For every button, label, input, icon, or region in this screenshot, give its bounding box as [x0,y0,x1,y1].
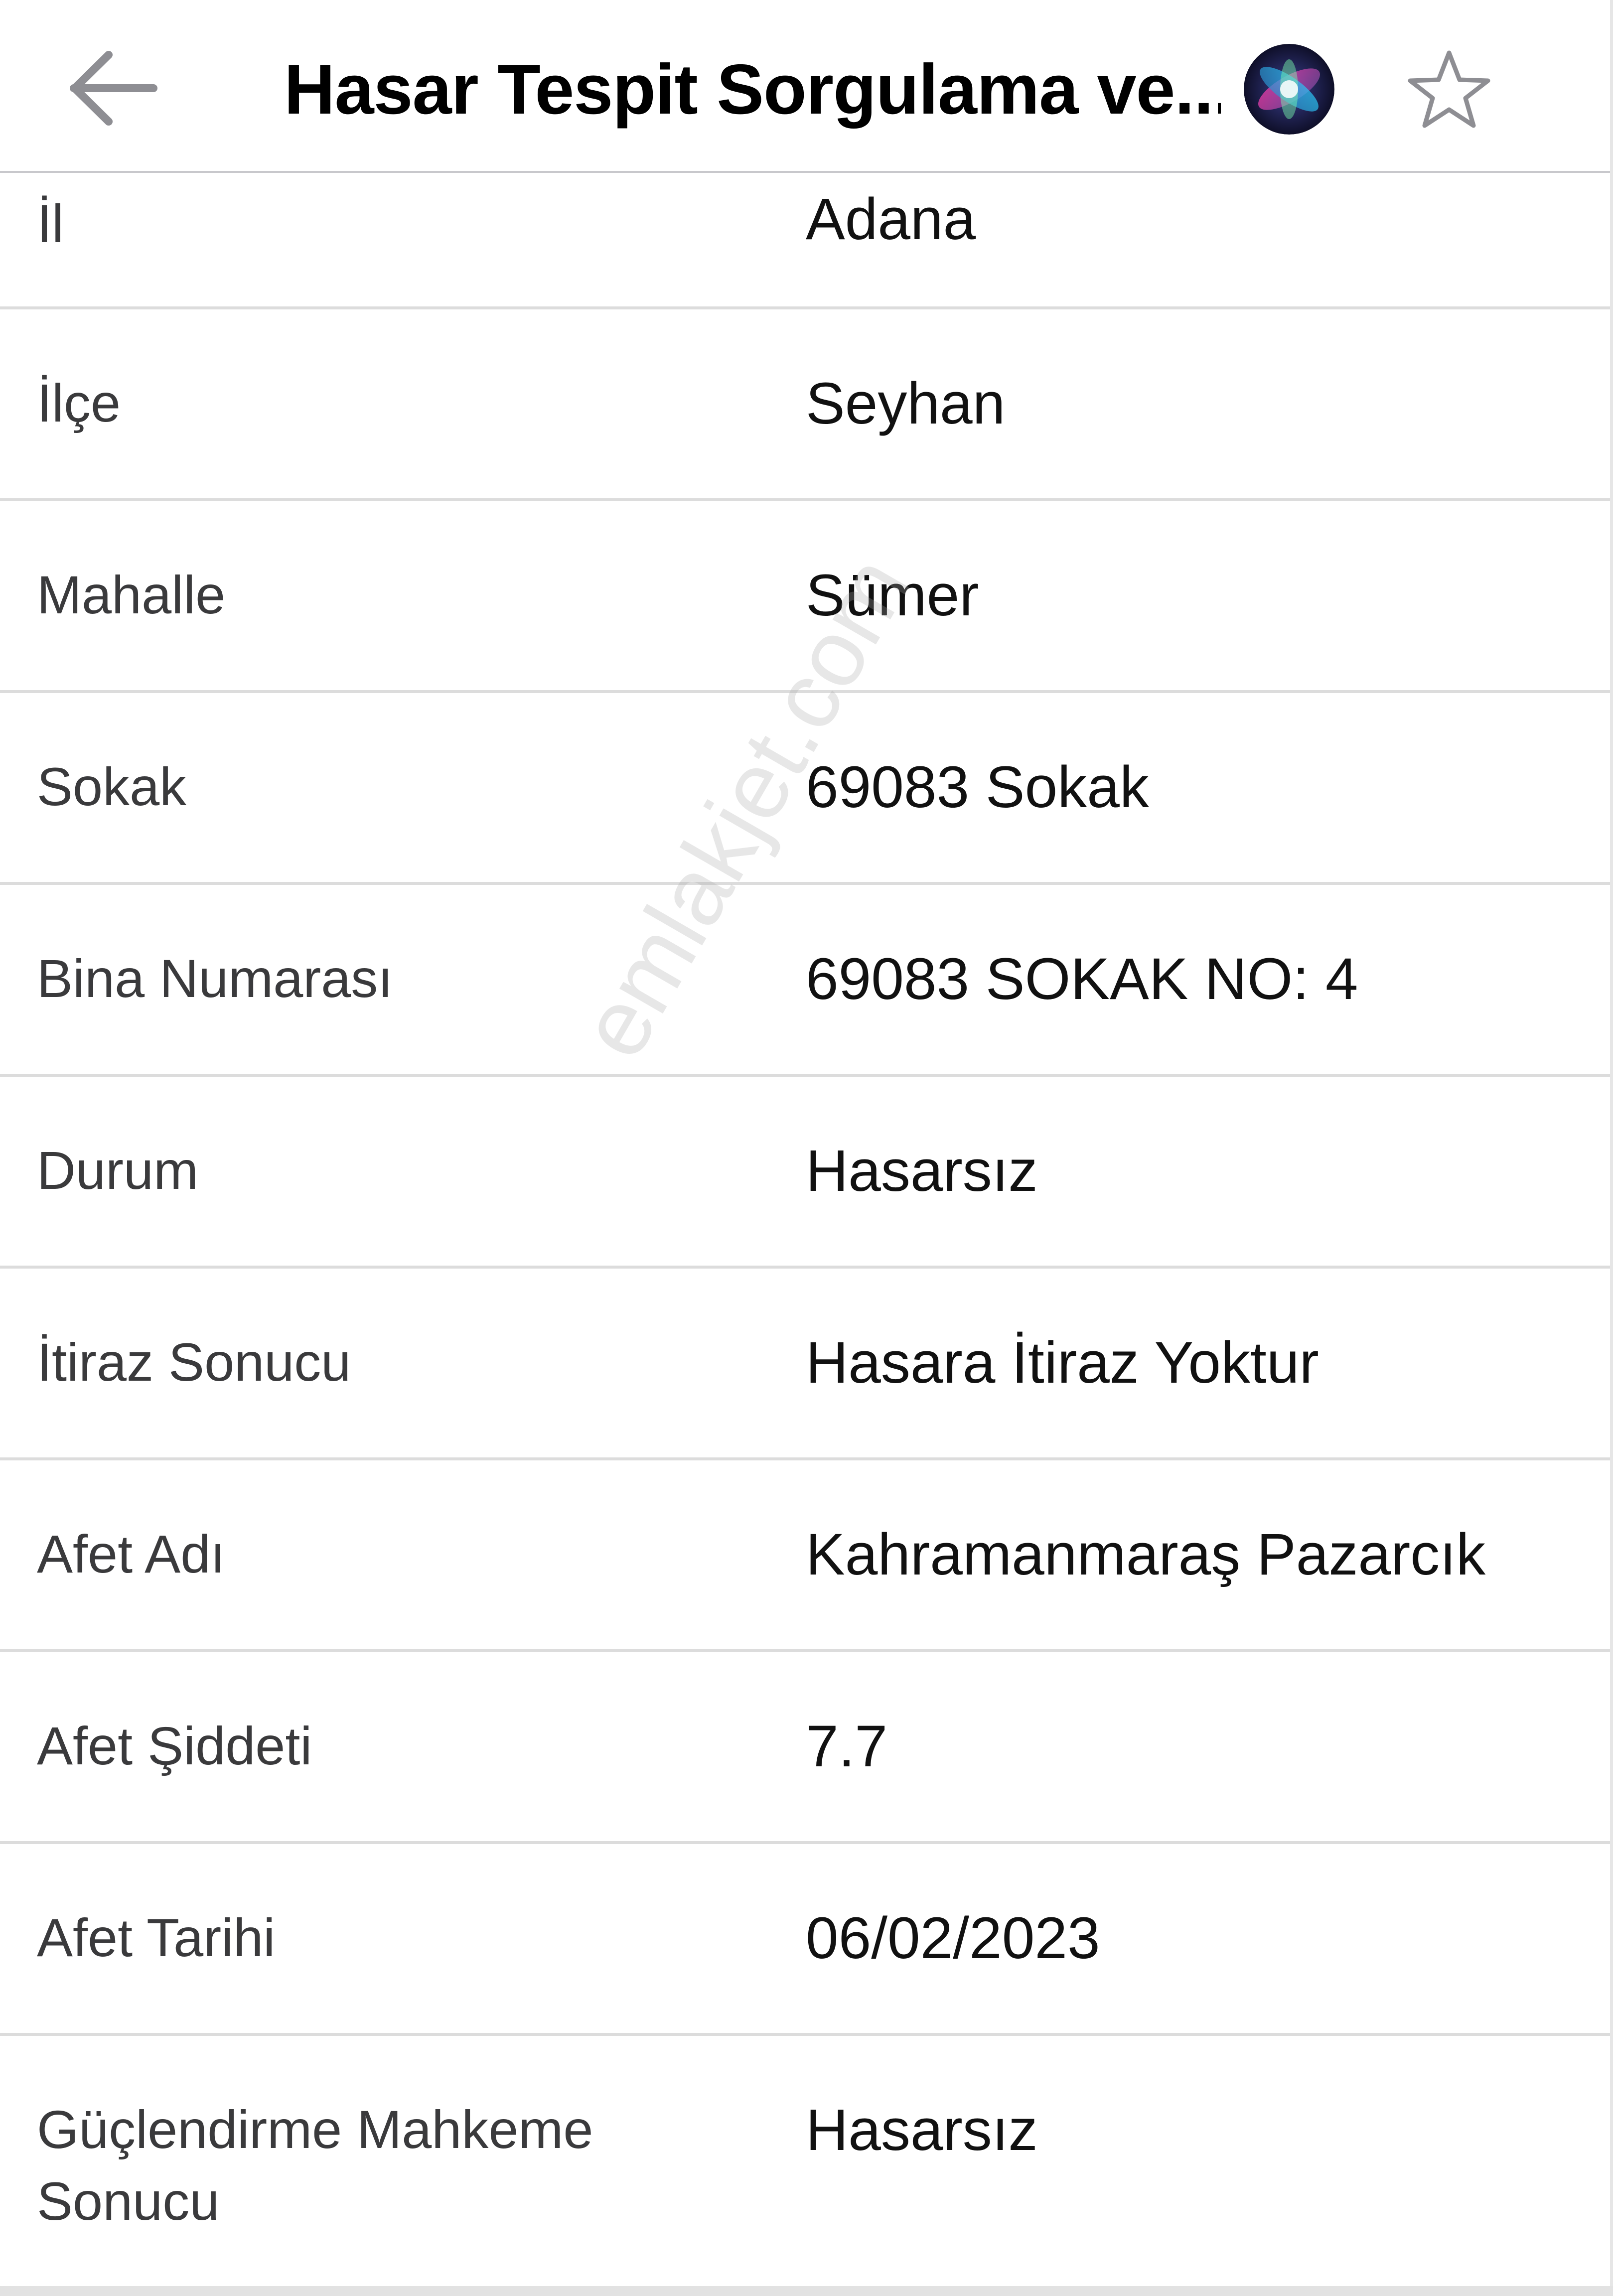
row-value: Kahramanmaraş Pazarcık [806,1522,1486,1587]
row-value: Hasara İtiraz Yoktur [806,1330,1319,1396]
row-label-line1: Güçlendirme Mahkeme [37,2099,593,2159]
row-label: İlçe [37,373,121,433]
row-value: Sümer [806,563,979,628]
row-label: Mahalle [37,565,226,625]
list-item-afet-adi: Afet Adı Kahramanmaraş Pazarcık [0,1460,1610,1652]
page-title: Hasar Tespit Sorgulama ve... [284,50,1221,129]
list-item-sokak: Sokak 69083 Sokak [0,693,1610,885]
navigation-bar: Hasar Tespit Sorgulama ve... [0,0,1610,173]
row-value: Adana [806,186,976,252]
list-item-guclendirme-mahkeme-sonucu: Güçlendirme Mahkeme Sonucu Hasarsız [0,2036,1610,2286]
list-item-mahalle: Mahalle Sümer [0,501,1610,693]
row-label: Bina Numarası [37,948,393,1008]
row-label: Afet Adı [37,1524,226,1584]
list-item-ilce: İlçe Seyhan [0,309,1610,501]
page: İl Adana İlçe Seyhan Mahalle Sümer Sokak… [0,0,1613,2296]
arrow-left-icon [70,51,157,126]
list-item-afet-tarihi: Afet Tarihi 06/02/2023 [0,1844,1610,2036]
list-item-afet-siddeti: Afet Şiddeti 7.7 [0,1652,1610,1844]
favorite-button[interactable] [1404,46,1494,136]
row-label: Durum [37,1140,199,1200]
list-item-itiraz-sonucu: İtiraz Sonucu Hasara İtiraz Yoktur [0,1269,1610,1460]
back-button[interactable] [64,45,163,132]
row-label: Afet Tarihi [37,1907,276,1968]
row-label: İl [37,193,64,254]
row-label: Sokak [37,756,187,817]
row-value: 06/02/2023 [806,1905,1100,1971]
list-item-durum: Durum Hasarsız [0,1077,1610,1269]
row-label-line2: Sonucu [37,2171,220,2231]
row-value: Seyhan [806,371,1006,436]
row-value: Hasarsız [806,1138,1038,1204]
siri-icon[interactable] [1244,44,1334,135]
bottom-divider [0,2286,1613,2296]
scroll-edge [1610,0,1613,2296]
row-label: İtiraz Sonucu [37,1332,351,1392]
row-value: 69083 Sokak [806,754,1149,820]
row-label: Afet Şiddeti [37,1716,312,1776]
row-value: 69083 SOKAK NO: 4 [806,946,1358,1012]
list-item-bina-numarasi: Bina Numarası 69083 SOKAK NO: 4 [0,885,1610,1077]
star-outline-icon [1408,50,1490,128]
row-value: Hasarsız [806,2097,1038,2163]
row-value: 7.7 [806,1714,888,1779]
